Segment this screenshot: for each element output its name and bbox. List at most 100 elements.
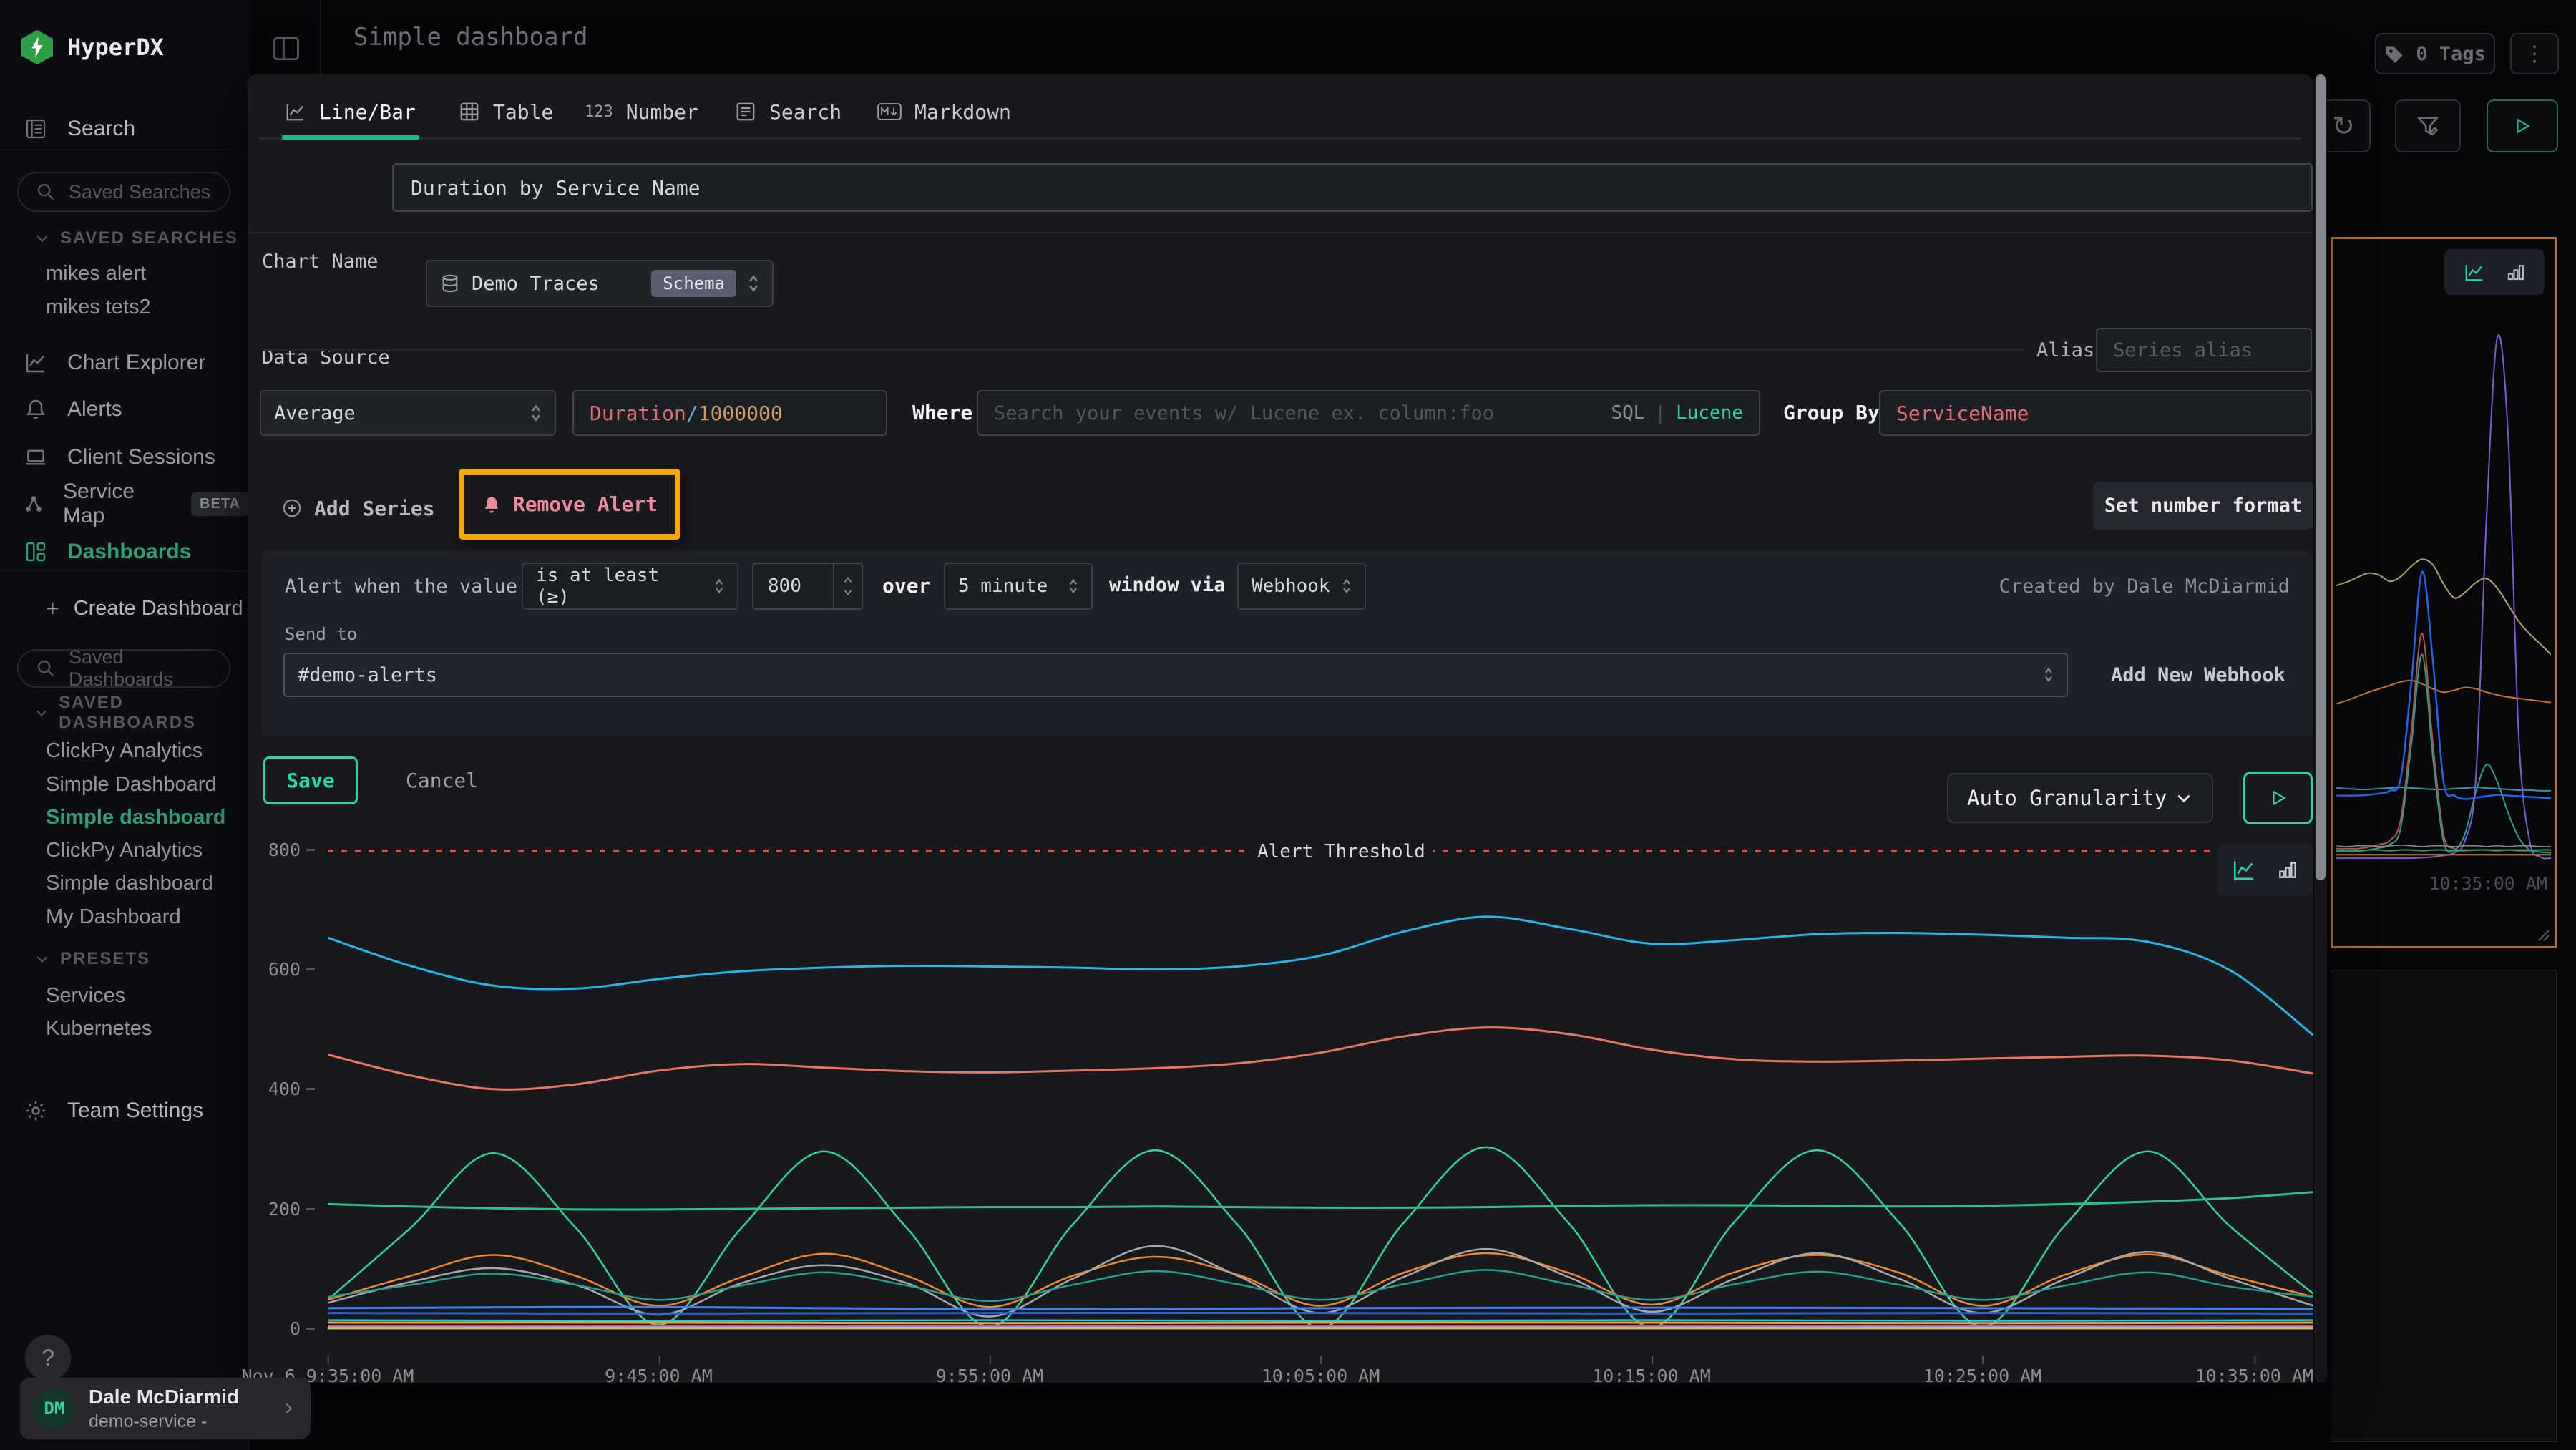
tab-markdown[interactable]: Markdown: [877, 94, 1011, 129]
set-number-format-button[interactable]: Set number format: [2093, 482, 2313, 530]
tab-number[interactable]: 123 Number: [585, 94, 698, 129]
saved-dashboards-input[interactable]: Saved Dashboards: [17, 649, 230, 688]
bar-chart-icon[interactable]: [2505, 261, 2527, 283]
brand[interactable]: HyperDX: [21, 30, 164, 64]
sidebar-item-team-settings[interactable]: Team Settings: [23, 1094, 238, 1128]
saved-search-item[interactable]: mikes tets2: [46, 291, 151, 323]
field-expression-input[interactable]: Duration/1000000: [572, 390, 887, 436]
x-tick-label: 10:15:00 AM: [1592, 1366, 1711, 1386]
sidebar-divider: [0, 570, 249, 571]
alert-window-select[interactable]: 5 minute: [944, 563, 1093, 610]
series-salmon-line: [328, 1028, 2313, 1090]
saved-searches-header[interactable]: SAVED SEARCHES: [34, 224, 238, 253]
number-stepper[interactable]: [833, 564, 862, 608]
resize-handle-icon[interactable]: [2536, 928, 2550, 942]
aggregation-select[interactable]: Average: [260, 390, 556, 436]
sidebar-item-client-sessions[interactable]: Client Sessions: [23, 440, 238, 475]
chart-explorer-icon: [23, 351, 49, 374]
chevron-down-icon: [34, 705, 49, 721]
dashboard-tile-selected[interactable]: 10:35:00 AM: [2331, 237, 2557, 948]
where-label: Where: [912, 401, 972, 424]
hyperdx-logo-icon: [21, 30, 53, 64]
bar-chart-icon[interactable]: [2276, 858, 2299, 881]
group-by-input[interactable]: ServiceName: [1879, 390, 2312, 436]
user-name: Dale McDiarmid: [89, 1386, 266, 1408]
scrollbar-thumb[interactable]: [2316, 74, 2326, 880]
series-khaki-line: [2336, 559, 2551, 654]
tab-search[interactable]: Search: [735, 94, 841, 129]
chevron-updown-icon: [530, 404, 542, 422]
saved-dashboard-item[interactable]: ClickPy Analytics: [46, 834, 203, 867]
run-query-button-bg[interactable]: [2487, 99, 2558, 152]
dashboards-icon: [23, 540, 49, 563]
plus-circle-icon: [281, 497, 303, 519]
sidebar-collapse-icon[interactable]: [270, 33, 302, 64]
topbar-divider: [320, 0, 321, 74]
list-icon: [735, 101, 756, 122]
section-divider: [248, 232, 2313, 233]
series-green-wave: [328, 1147, 2313, 1328]
kebab-menu-button[interactable]: ⋮: [2510, 33, 2559, 74]
saved-dashboard-item[interactable]: Simple dashboard: [46, 867, 213, 900]
remove-alert-button-highlighted[interactable]: Remove Alert: [459, 469, 680, 540]
alert-condition-select[interactable]: is at least (≥): [522, 563, 738, 610]
alias-rule: [262, 349, 2025, 351]
add-series-button[interactable]: Add Series: [281, 492, 435, 524]
toggle-separator: |: [1654, 402, 1666, 424]
cancel-button[interactable]: Cancel: [406, 756, 478, 804]
chevron-down-icon: [34, 951, 50, 967]
alias-input[interactable]: Series alias: [2096, 328, 2312, 372]
add-new-webhook-button[interactable]: Add New Webhook: [2111, 653, 2285, 697]
line-chart-icon[interactable]: [2230, 857, 2258, 882]
save-button[interactable]: Save: [263, 756, 358, 804]
preset-item[interactable]: Services: [46, 979, 125, 1012]
saved-dashboard-item[interactable]: My Dashboard: [46, 900, 181, 933]
chart-type-toggle[interactable]: [2217, 843, 2313, 896]
saved-search-item[interactable]: mikes alert: [46, 257, 146, 290]
filter-button[interactable]: [2395, 99, 2461, 152]
saved-dashboard-item-active[interactable]: Simple dashboard: [46, 801, 225, 834]
sidebar-item-chart-explorer[interactable]: Chart Explorer: [23, 346, 238, 380]
topbar: Simple dashboard: [249, 0, 2576, 74]
tab-line-bar[interactable]: Line/Bar: [285, 94, 416, 129]
line-chart-icon[interactable]: [2462, 261, 2487, 283]
chart-name-value[interactable]: [409, 175, 2296, 200]
user-menu[interactable]: DM Dale McDiarmid demo-service -: [20, 1378, 311, 1439]
run-chart-button[interactable]: [2243, 772, 2313, 824]
granularity-select[interactable]: Auto Granularity: [1947, 773, 2213, 823]
sidebar-item-service-map[interactable]: Service Map BETA: [23, 487, 249, 521]
saved-dashboard-item[interactable]: Simple Dashboard: [46, 768, 217, 801]
chart-type-toggle[interactable]: [2444, 249, 2545, 295]
chevron-updown-icon: [748, 274, 759, 293]
saved-dashboard-item[interactable]: ClickPy Analytics: [46, 734, 203, 767]
window-via-label: window via: [1109, 574, 1226, 596]
lucene-toggle[interactable]: Lucene: [1676, 402, 1743, 424]
chevron-up-icon[interactable]: [844, 577, 852, 583]
chevron-down-icon[interactable]: [844, 589, 852, 595]
chevron-down-icon: [34, 230, 50, 246]
webhook-select[interactable]: #demo-alerts: [283, 653, 2068, 697]
chevron-right-icon: [280, 1401, 296, 1416]
x-tick-label: 10:05:00 AM: [1262, 1366, 1380, 1386]
tab-table[interactable]: Table: [459, 94, 553, 129]
presets-header[interactable]: PRESETS: [34, 945, 150, 973]
chevron-updown-icon: [1068, 578, 1078, 595]
saved-searches-input[interactable]: Saved Searches: [17, 172, 230, 212]
alert-channel-select[interactable]: Webhook: [1237, 563, 1366, 610]
sidebar-item-search[interactable]: Search: [23, 112, 223, 146]
saved-dashboards-header[interactable]: SAVED DASHBOARDS: [34, 699, 249, 727]
sidebar-item-alerts[interactable]: Alerts: [23, 392, 238, 427]
alert-threshold-input[interactable]: 800: [752, 563, 863, 610]
sidebar-item-dashboards[interactable]: Dashboards: [23, 535, 238, 569]
where-search-input[interactable]: Search your events w/ Lucene ex. column:…: [977, 390, 1760, 436]
dashboard-tile[interactable]: [2331, 970, 2557, 1442]
query-language-toggle[interactable]: SQL | Lucene: [1611, 402, 1743, 424]
help-button[interactable]: ?: [25, 1335, 71, 1381]
chart-name-input[interactable]: [392, 163, 2313, 212]
schema-badge[interactable]: Schema: [651, 270, 736, 297]
preset-item[interactable]: Kubernetes: [46, 1012, 152, 1045]
tags-button[interactable]: 0 Tags: [2375, 33, 2495, 74]
data-source-select[interactable]: Demo Traces Schema: [426, 260, 774, 307]
create-dashboard-button[interactable]: + Create Dashboard: [46, 592, 243, 625]
sql-toggle[interactable]: SQL: [1611, 402, 1644, 424]
